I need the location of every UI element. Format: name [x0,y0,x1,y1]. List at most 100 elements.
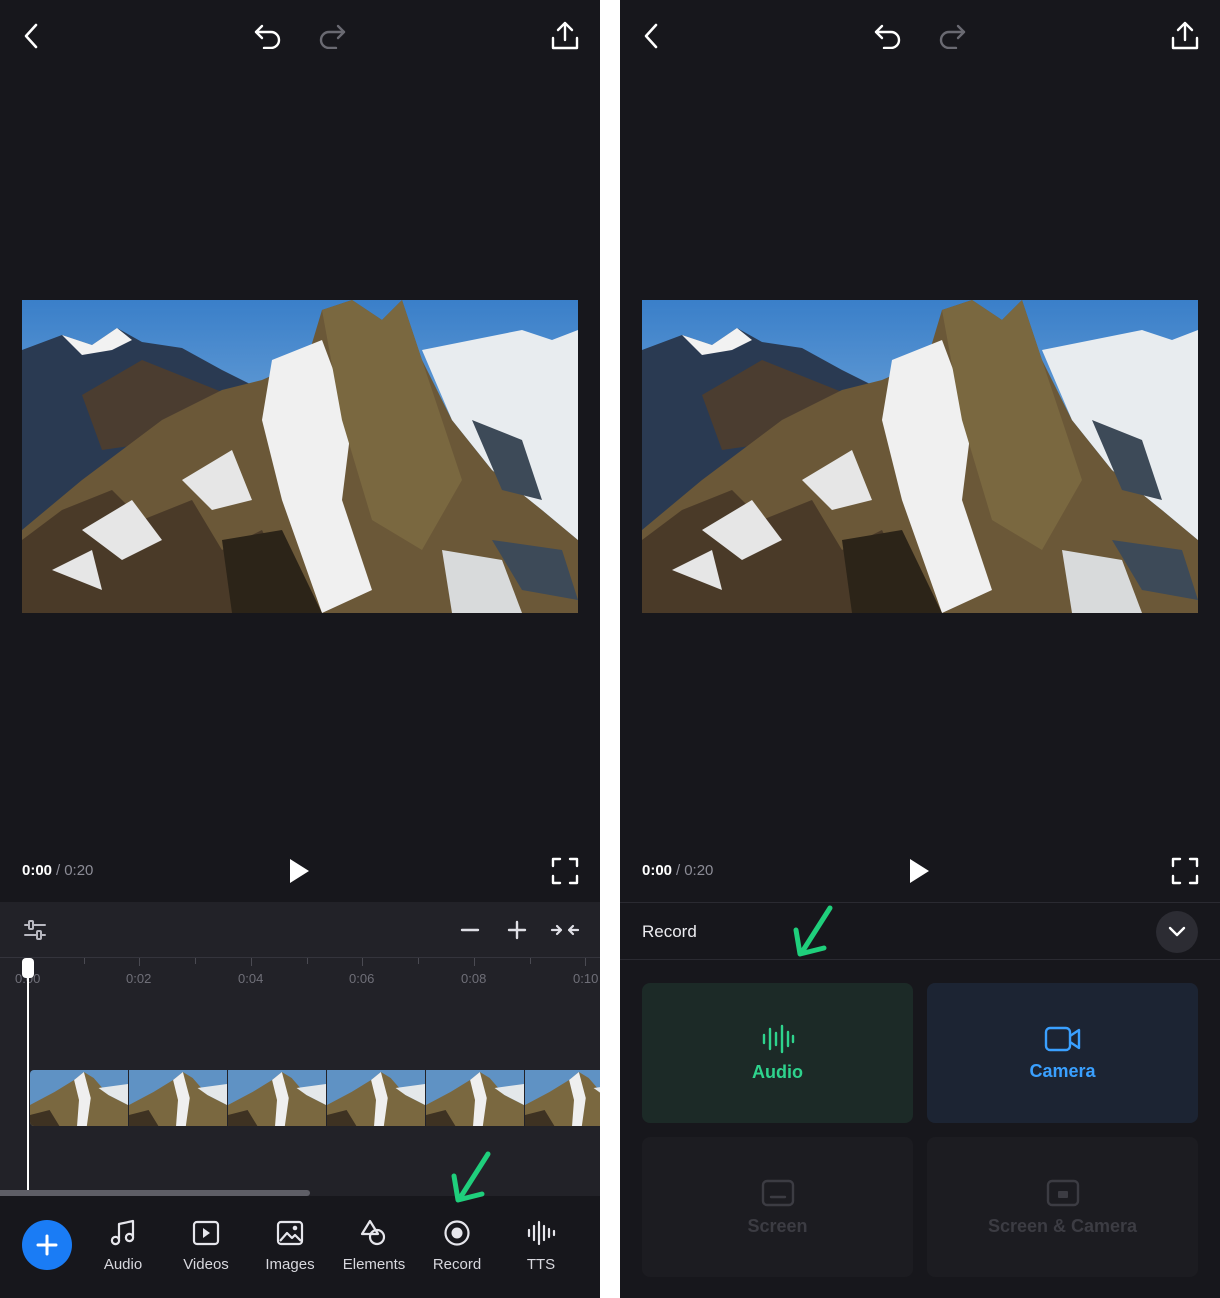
record-camera-option[interactable]: Camera [927,983,1198,1123]
tool-images[interactable]: Images [249,1218,331,1278]
tool-label: TTS [526,1256,556,1273]
time-separator: / [676,862,681,879]
timeline-panel: 0:00 0:02 0:04 0:06 0:08 0:10 [0,902,600,1196]
waveform-icon [527,1220,556,1246]
undo-button[interactable] [869,18,907,54]
ruler-tick [139,958,140,966]
tool-label: Elements [342,1256,406,1273]
image-icon [276,1220,304,1246]
thumbnail-frame [228,1070,326,1126]
ruler-tick [530,958,531,964]
thumbnail-frame [426,1070,524,1126]
tick-label: 0:02 [126,971,152,986]
record-panel-header: Record [620,903,1220,960]
export-button[interactable] [545,16,585,56]
tool-videos[interactable]: Videos [165,1218,247,1278]
record-option-label: Screen & Camera [987,1215,1138,1236]
tool-tts[interactable]: TTS [500,1218,582,1278]
undo-icon [254,24,281,49]
ruler-tick [585,958,586,966]
clip-thumbnail [30,1070,129,1126]
redo-button[interactable] [313,18,351,54]
undo-button[interactable] [249,18,287,54]
ruler-tick [195,958,196,964]
play-icon [910,859,929,883]
mountain-frame [22,300,578,613]
clip-thumbnail [228,1070,327,1126]
redo-icon [319,24,346,49]
mountain-frame [642,300,1198,613]
thumbnail-frame [525,1070,600,1126]
ruler-tick [307,958,308,964]
chevron-left-icon [644,23,658,49]
timecode: 0:00/0:20 [642,862,713,879]
export-button[interactable] [1165,16,1205,56]
play-button[interactable] [902,854,936,888]
record-option-label: Screen [747,1215,808,1236]
bottom-toolbar: Audio Videos Images Elements Record TTS [0,1196,600,1298]
total-time: 0:20 [684,862,714,879]
back-button[interactable] [14,18,48,54]
screen-camera-icon [1046,1179,1079,1206]
annotation-arrow-icon [793,905,833,957]
record-screen-option[interactable]: Screen [642,1137,913,1277]
video-play-icon [192,1220,220,1246]
time-separator: / [56,862,61,879]
video-clip[interactable] [30,1070,600,1126]
back-button[interactable] [634,18,668,54]
thumbnail-frame [30,1070,128,1126]
plus-icon [36,1234,58,1256]
fullscreen-button[interactable] [1167,853,1203,889]
undo-icon [874,24,901,49]
record-audio-option[interactable]: Audio [642,983,913,1123]
fit-timeline-button[interactable] [546,914,584,946]
current-time: 0:00 [642,862,673,879]
video-preview[interactable] [22,300,578,613]
add-media-button[interactable] [22,1220,72,1270]
record-panel-title: Record [642,922,697,941]
adjust-button[interactable] [18,914,52,946]
clip-thumbnail [525,1070,600,1126]
tick-label: 0:06 [349,971,375,986]
ruler-tick [474,958,475,966]
adjust-icon [24,920,46,940]
audio-waveform-icon [762,1024,794,1053]
timecode: 0:00/0:20 [22,862,93,879]
fit-icon [550,924,580,936]
record-screen-camera-option[interactable]: Screen & Camera [927,1137,1198,1277]
clip-thumbnail [129,1070,228,1126]
tool-record[interactable]: Record [416,1218,498,1278]
zoom-out-button[interactable] [454,914,486,946]
tick-label: 0:08 [461,971,487,986]
fullscreen-icon [551,857,579,885]
zoom-out-icon [460,928,480,932]
fullscreen-button[interactable] [547,853,583,889]
tool-label: Videos [183,1256,229,1273]
zoom-in-icon [507,920,527,940]
clip-thumbnail [426,1070,525,1126]
collapse-panel-button[interactable] [1156,911,1198,953]
tool-audio[interactable]: Audio [82,1218,164,1278]
camera-icon [1044,1026,1080,1051]
ruler-tick [251,958,252,966]
tool-label: Record [432,1256,482,1273]
total-time: 0:20 [64,862,94,879]
music-note-icon [110,1219,135,1246]
record-icon [444,1220,470,1246]
tick-label: 0:10 [573,971,599,986]
chevron-down-icon [1168,926,1186,937]
zoom-in-button[interactable] [501,914,533,946]
tool-elements[interactable]: Elements [333,1218,415,1278]
editor-screen-timeline: 0:00/0:20 0:02 0:04 0:06 0:08 0:10 Audio… [0,0,600,1298]
redo-button[interactable] [933,18,971,54]
share-icon [551,21,579,50]
share-icon [1171,21,1199,50]
ruler-tick [362,958,363,966]
play-button[interactable] [282,854,316,888]
redo-icon [939,24,966,49]
editor-screen-record: 0:00/0:20 Record Audio Camera Screen Scr… [620,0,1220,1298]
video-preview[interactable] [642,300,1198,613]
playhead-handle[interactable] [22,958,34,978]
timeline-ruler[interactable]: 0:00 0:02 0:04 0:06 0:08 0:10 [0,958,600,998]
current-time: 0:00 [22,862,53,879]
